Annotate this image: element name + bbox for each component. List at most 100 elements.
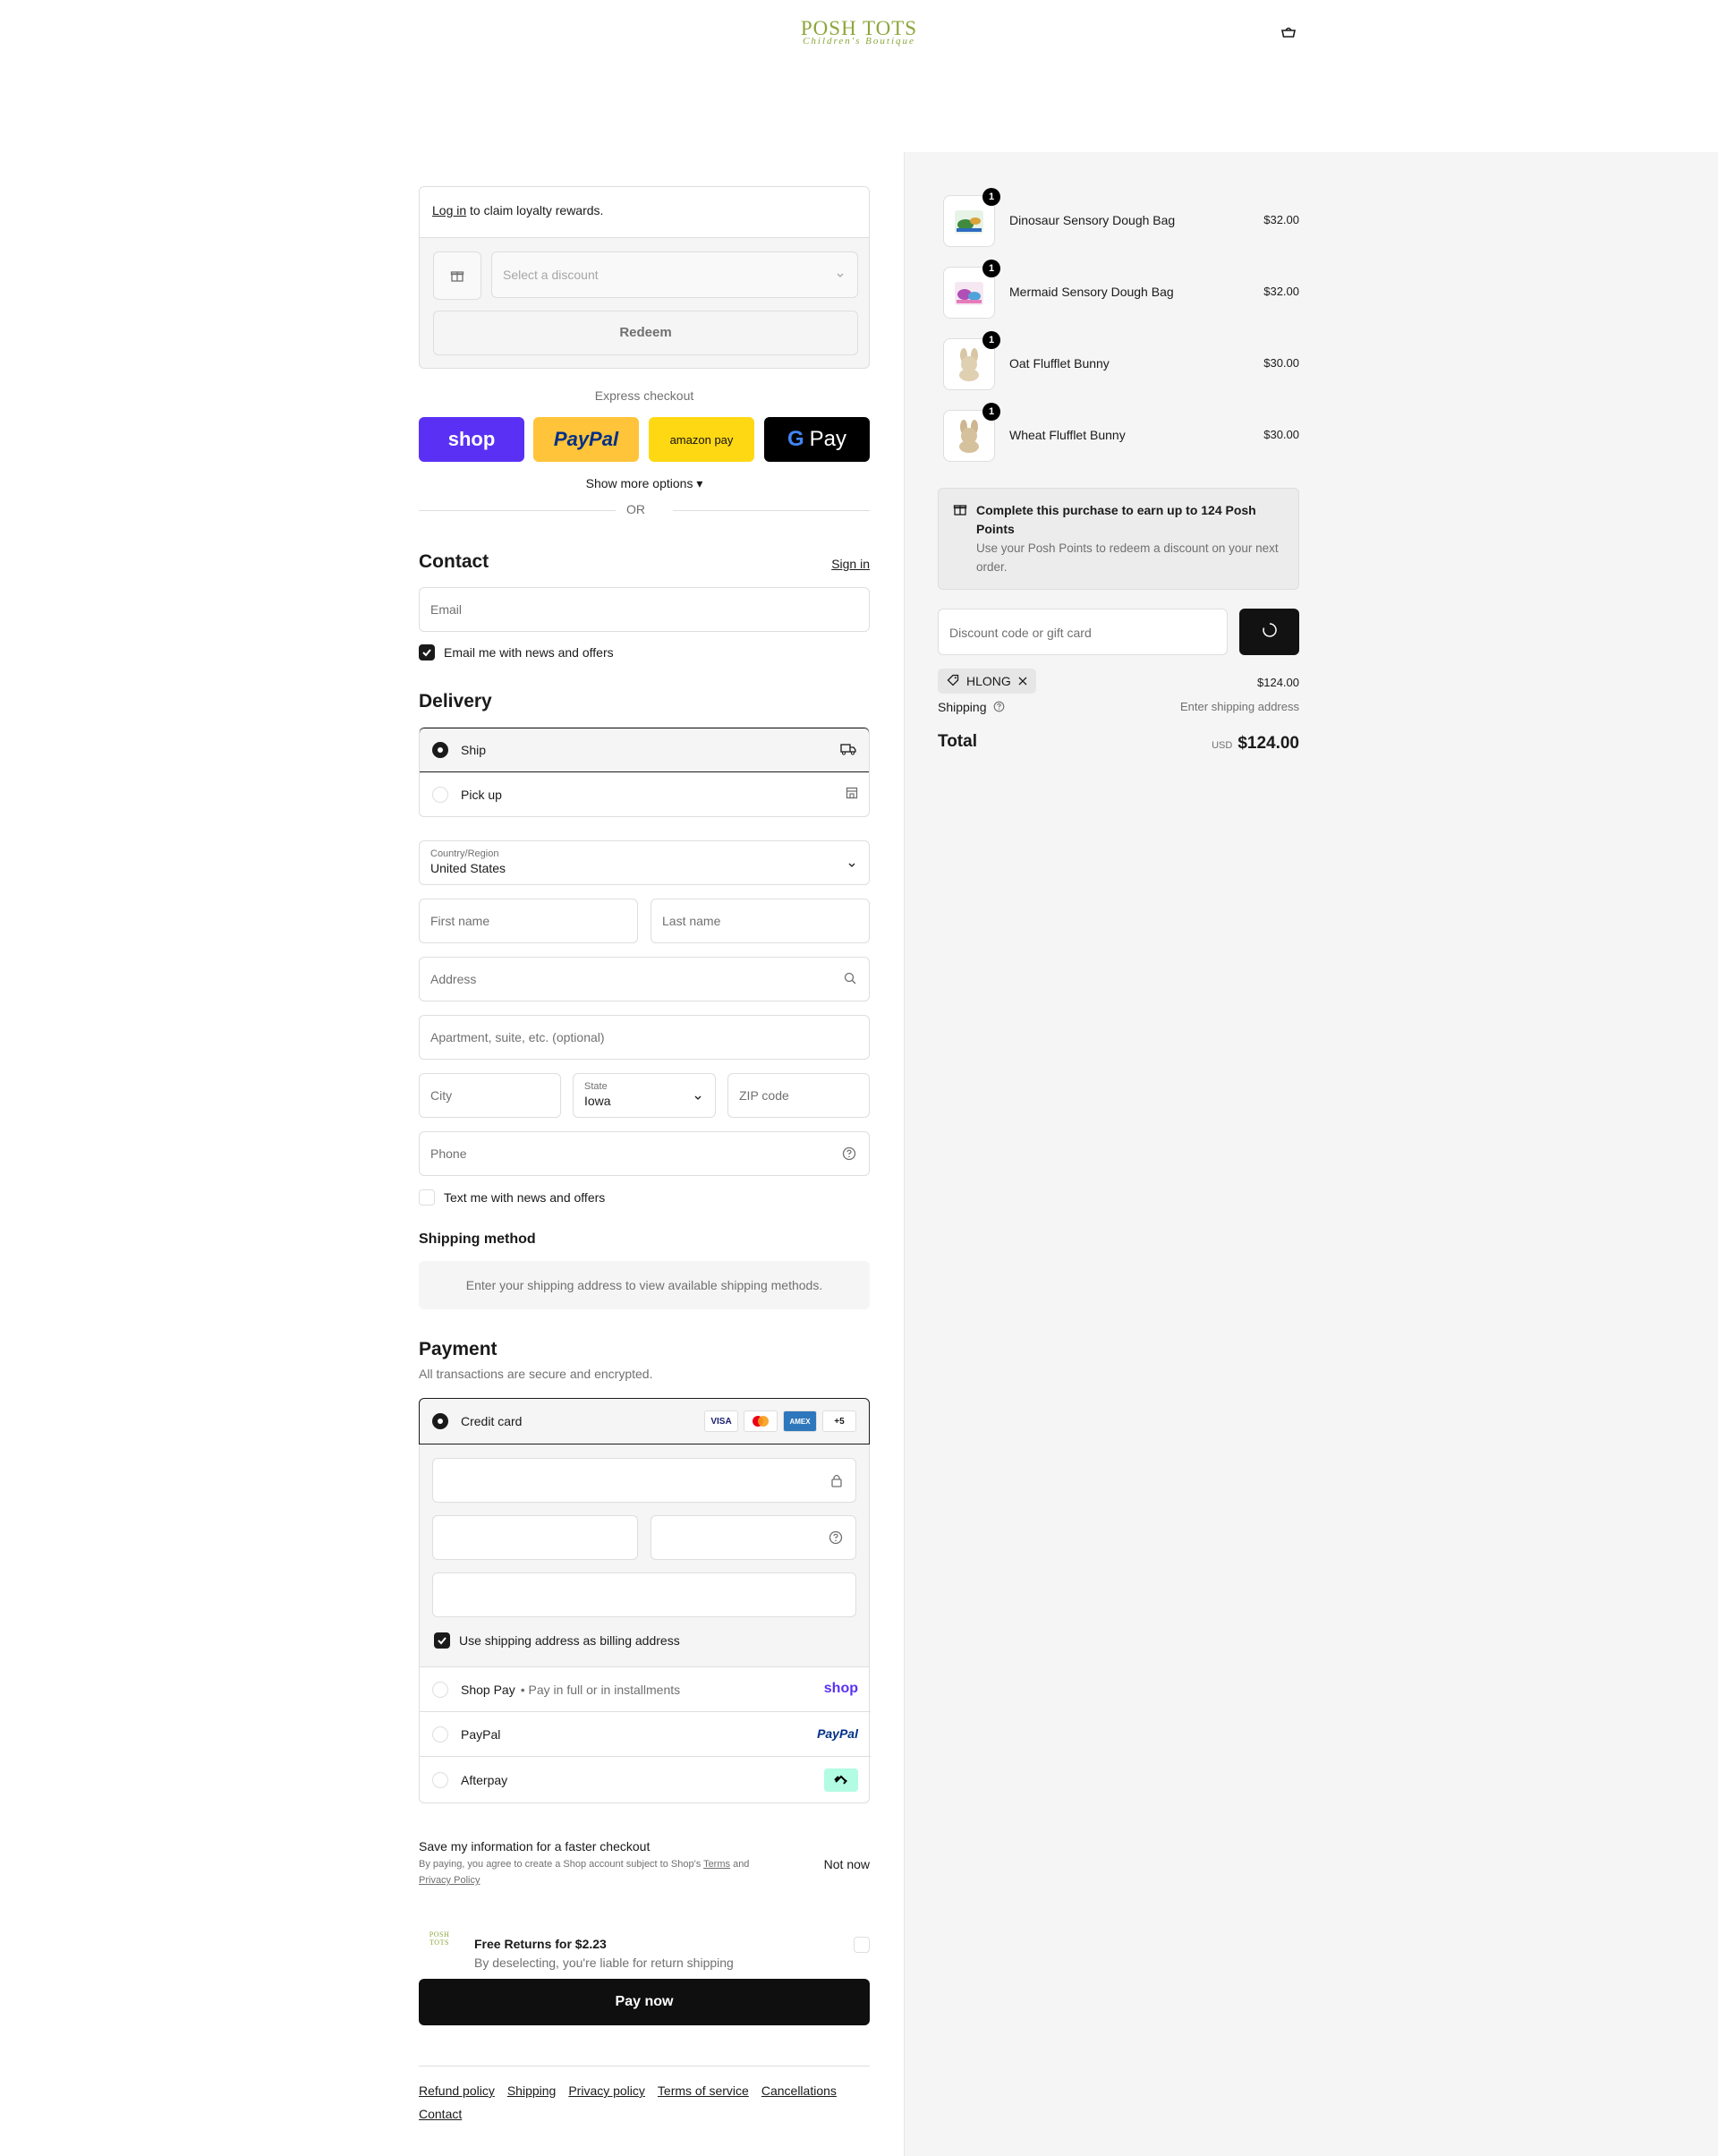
zip-field[interactable]: ZIP code bbox=[727, 1073, 870, 1118]
bag-icon[interactable] bbox=[1280, 25, 1297, 39]
credit-card-option[interactable]: Credit card VISA AMEX +5 bbox=[419, 1398, 870, 1444]
afterpay-option[interactable]: Afterpay bbox=[420, 1757, 871, 1803]
help-icon[interactable] bbox=[829, 1530, 843, 1547]
lock-icon bbox=[830, 1473, 843, 1490]
search-icon bbox=[844, 972, 856, 987]
phone-field[interactable]: Phone bbox=[419, 1131, 870, 1176]
apply-discount-button[interactable] bbox=[1239, 609, 1299, 655]
radio-unselected[interactable] bbox=[432, 1681, 448, 1698]
radio-selected[interactable] bbox=[432, 742, 448, 758]
express-checkout-label: Express checkout bbox=[594, 388, 694, 403]
item-price: $30.00 bbox=[1263, 356, 1299, 370]
discount-tag: HLONG bbox=[938, 669, 1036, 694]
chevron-down-icon bbox=[847, 857, 856, 872]
returns-checkbox[interactable] bbox=[854, 1937, 870, 1953]
show-more-options-label: Show more options bbox=[585, 476, 693, 490]
refund-policy-link[interactable]: Refund policy bbox=[419, 2084, 495, 2098]
last-name-field[interactable]: Last name bbox=[651, 899, 870, 943]
not-now-button[interactable]: Not now bbox=[824, 1857, 870, 1871]
billing-address-checkbox-row[interactable]: Use shipping address as billing address bbox=[434, 1632, 680, 1649]
paypal-button[interactable]: PayPal bbox=[533, 417, 639, 462]
item-name: Mermaid Sensory Dough Bag bbox=[1009, 285, 1174, 299]
apartment-field[interactable]: Apartment, suite, etc. (optional) bbox=[419, 1015, 870, 1060]
payment-subtitle: All transactions are secure and encrypte… bbox=[419, 1367, 653, 1381]
radio-unselected[interactable] bbox=[432, 787, 448, 803]
delivery-options: Ship Pick up bbox=[419, 727, 870, 817]
or-divider: OR bbox=[419, 499, 870, 521]
shipping-value: Enter shipping address bbox=[1180, 700, 1299, 713]
terms-link[interactable]: Terms bbox=[703, 1859, 730, 1870]
shop-pay-option[interactable]: Shop Pay • Pay in full or in installment… bbox=[420, 1667, 871, 1712]
help-icon[interactable] bbox=[842, 1146, 856, 1163]
security-code-field[interactable] bbox=[651, 1515, 856, 1560]
checkbox-checked[interactable] bbox=[434, 1632, 450, 1649]
login-link[interactable]: Log in bbox=[432, 203, 466, 217]
privacy-link[interactable]: Privacy Policy bbox=[419, 1875, 480, 1886]
discount-select[interactable]: Select a discount bbox=[491, 251, 858, 298]
close-icon[interactable] bbox=[1018, 674, 1027, 688]
contact-link[interactable]: Contact bbox=[419, 2107, 462, 2121]
visa-icon: VISA bbox=[704, 1410, 738, 1432]
total-value: $124.00 bbox=[1237, 734, 1299, 753]
text-news-checkbox-row[interactable]: Text me with news and offers bbox=[419, 1189, 605, 1206]
show-more-options[interactable]: Show more options ▾ bbox=[419, 476, 870, 491]
subtotal-value: $124.00 bbox=[1257, 676, 1299, 689]
save-info-title: Save my information for a faster checkou… bbox=[419, 1839, 651, 1853]
save-info: Save my information for a faster checkou… bbox=[419, 1839, 795, 1888]
radio-selected[interactable] bbox=[432, 1413, 448, 1429]
pickup-option[interactable]: Pick up bbox=[420, 772, 869, 816]
redeem-button[interactable]: Redeem bbox=[433, 311, 858, 355]
state-select[interactable]: State Iowa bbox=[573, 1073, 716, 1118]
mastercard-icon bbox=[744, 1410, 778, 1432]
city-field[interactable]: City bbox=[419, 1073, 561, 1118]
amex-icon: AMEX bbox=[783, 1410, 817, 1432]
tag-icon bbox=[947, 674, 959, 689]
google-pay-button[interactable]: G Pay bbox=[764, 417, 870, 462]
shop-pay-button[interactable]: shop bbox=[419, 417, 524, 462]
gift-icon[interactable] bbox=[433, 251, 481, 300]
quantity-badge: 1 bbox=[982, 260, 1000, 277]
card-number-field[interactable] bbox=[432, 1458, 856, 1503]
amazon-pay-button[interactable]: amazon pay bbox=[649, 417, 754, 462]
chevron-down-icon bbox=[693, 1090, 702, 1104]
order-item: 1 Dinosaur Sensory Dough Bag $32.00 bbox=[938, 188, 1299, 251]
country-select[interactable]: Country/Region United States bbox=[419, 840, 870, 885]
shipping-policy-link[interactable]: Shipping bbox=[507, 2084, 557, 2098]
privacy-policy-link[interactable]: Privacy policy bbox=[568, 2084, 645, 2098]
ship-option[interactable]: Ship bbox=[420, 728, 869, 772]
shop-pay-logo: shop bbox=[823, 1681, 858, 1696]
discount-select-placeholder: Select a discount bbox=[503, 268, 599, 282]
terms-of-service-link[interactable]: Terms of service bbox=[658, 2084, 749, 2098]
pay-now-button[interactable]: Pay now bbox=[419, 1979, 870, 2025]
first-name-field[interactable]: First name bbox=[419, 899, 638, 943]
first-name-placeholder: First name bbox=[430, 914, 490, 928]
gift-icon bbox=[953, 502, 967, 521]
quantity-badge: 1 bbox=[982, 331, 1000, 349]
email-placeholder: Email bbox=[430, 602, 463, 617]
paypal-button-label: PayPal bbox=[553, 428, 619, 450]
address-placeholder: Address bbox=[430, 972, 477, 986]
billing-address-label: Use shipping address as billing address bbox=[459, 1633, 680, 1648]
cancellations-link[interactable]: Cancellations bbox=[761, 2084, 837, 2098]
returns-logo: POSH TOTS bbox=[419, 1930, 460, 1947]
discount-code-field[interactable]: Discount code or gift card bbox=[938, 609, 1228, 655]
other-payment-methods: Shop Pay • Pay in full or in installment… bbox=[419, 1666, 871, 1803]
item-name: Wheat Flufflet Bunny bbox=[1009, 428, 1126, 442]
discount-tag-label: HLONG bbox=[966, 674, 1011, 688]
address-field[interactable]: Address bbox=[419, 957, 870, 1001]
checkbox-checked[interactable] bbox=[419, 644, 435, 660]
order-item: 1 Oat Flufflet Bunny $30.00 bbox=[938, 331, 1299, 394]
help-icon[interactable] bbox=[993, 701, 1005, 715]
checkbox-unchecked[interactable] bbox=[419, 1189, 435, 1206]
radio-unselected[interactable] bbox=[432, 1772, 448, 1788]
name-on-card-field[interactable] bbox=[432, 1572, 856, 1617]
email-field[interactable]: Email bbox=[419, 587, 870, 632]
paypal-option[interactable]: PayPal PayPal bbox=[420, 1712, 871, 1757]
email-news-checkbox-row[interactable]: Email me with news and offers bbox=[419, 644, 614, 660]
radio-unselected[interactable] bbox=[432, 1726, 448, 1743]
expiration-field[interactable] bbox=[432, 1515, 638, 1560]
save-info-legal: By paying, you agree to create a Shop ac… bbox=[419, 1856, 795, 1888]
sign-in-link[interactable]: Sign in bbox=[831, 557, 870, 571]
store-logo[interactable]: POSH TOTS Children's Boutique bbox=[778, 18, 940, 47]
truck-icon bbox=[840, 743, 856, 758]
